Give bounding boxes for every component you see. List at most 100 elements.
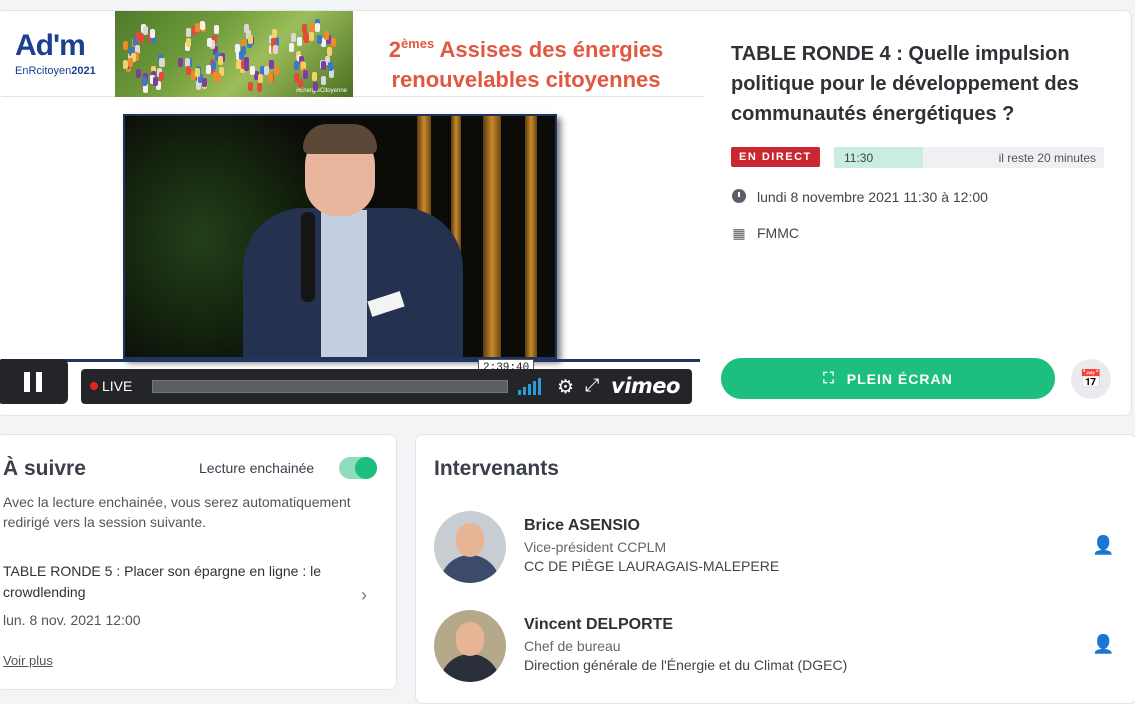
speaker-item[interactable]: Vincent DELPORTE Chef de bureau Directio…	[434, 610, 1124, 682]
logo-subtitle-year: 2021	[71, 65, 96, 77]
avatar	[434, 511, 506, 583]
video-bamboo	[483, 116, 501, 357]
speaker-organization: CC DE PIÈGE LAURAGAIS-MALEPERE	[524, 558, 780, 574]
autoplay-toggle[interactable]	[339, 457, 377, 479]
pause-button[interactable]	[0, 359, 68, 404]
crowd-person	[289, 42, 294, 52]
crowd-person	[249, 65, 255, 75]
autoplay-description: Avec la lecture enchainée, vous serez au…	[3, 494, 351, 530]
pause-icon	[23, 371, 30, 392]
next-session-title: TABLE RONDE 5 : Placer son épargne en li…	[3, 563, 322, 600]
crowd-photo: #EnergieCitoyenne	[115, 11, 353, 97]
crowd-person	[267, 72, 273, 82]
crowd-person	[200, 20, 206, 30]
live-dot-icon	[90, 382, 98, 390]
logo-wordmark: Ad'm	[15, 29, 86, 62]
playback-progress-line	[1, 359, 700, 362]
crowd-person	[241, 46, 247, 56]
crowd-person	[293, 73, 299, 83]
speaker-name: Brice ASENSIO	[524, 517, 640, 534]
event-banner: Ad'm EnRcitoyen2021 #EnergieCitoyenne 2è…	[1, 11, 704, 97]
fullscreen-button[interactable]: ⛶ PLEIN ÉCRAN	[721, 358, 1055, 399]
crowd-person	[247, 81, 253, 91]
vimeo-logo[interactable]: vimeo	[611, 374, 680, 398]
crowd-person	[327, 46, 333, 56]
crowd-person	[158, 72, 164, 82]
crowd-person	[150, 28, 156, 38]
gear-icon[interactable]: ⚙	[557, 376, 574, 399]
session-title: TABLE RONDE 4 : Quelle impulsion politiq…	[731, 43, 1079, 125]
crowd-person	[177, 58, 183, 68]
crowd-person	[206, 37, 212, 47]
photo-hashtag: #EnergieCitoyenne	[295, 88, 347, 94]
crowd-person	[159, 58, 165, 68]
pause-icon	[35, 371, 42, 392]
session-time-bar: 11:30 il reste 20 minutes	[834, 147, 1104, 168]
crowd-person	[273, 65, 279, 75]
crowd-person	[243, 62, 249, 72]
crowd-person	[294, 60, 300, 70]
up-next-heading: À suivre	[3, 457, 86, 480]
session-date-row: lundi 8 novembre 2021 11:30 à 12:00	[731, 189, 988, 205]
signal-bars-icon[interactable]	[518, 377, 546, 395]
next-session-date: lun. 8 nov. 2021 12:00	[3, 612, 141, 628]
add-to-calendar-button[interactable]: 📅	[1071, 359, 1111, 399]
video-bamboo	[525, 116, 537, 357]
avatar	[434, 610, 506, 682]
add-contact-icon[interactable]: 👤	[1092, 634, 1114, 656]
expand-icon[interactable]: ⤢	[585, 375, 599, 396]
see-more-link[interactable]: Voir plus	[3, 653, 53, 668]
crowd-person	[211, 61, 217, 71]
signal-bar	[533, 381, 536, 395]
autoplay-toggle-label: Lecture enchainée	[199, 460, 315, 476]
fullscreen-icon: ⛶	[823, 370, 835, 387]
session-player-card: Ad'm EnRcitoyen2021 #EnergieCitoyenne 2è…	[0, 10, 1132, 416]
fullscreen-label: PLEIN ÉCRAN	[846, 370, 953, 387]
crowd-person	[316, 35, 322, 45]
crowd-person	[152, 76, 158, 86]
session-date: lundi 8 novembre 2021 11:30 à 12:00	[757, 189, 988, 205]
toggle-knob	[355, 457, 377, 479]
crowd-person	[302, 23, 308, 33]
video-frame[interactable]	[123, 114, 557, 359]
live-badge: EN DIRECT	[731, 147, 820, 167]
live-indicator[interactable]: LIVE	[90, 378, 132, 394]
speakers-heading: Intervenants	[434, 457, 559, 480]
logo-subtitle-prefix: EnRcitoyen	[15, 65, 72, 77]
signal-bar	[523, 387, 526, 395]
scrub-bar[interactable]	[152, 380, 508, 393]
crowd-person	[311, 72, 317, 82]
clock-icon	[731, 189, 747, 205]
crowd-person	[309, 32, 315, 42]
crowd-person	[142, 77, 148, 87]
avatar-face	[456, 523, 484, 557]
crowd-person	[185, 38, 191, 48]
up-next-card: À suivre Lecture enchainée Avec la lectu…	[0, 434, 397, 690]
crowd-person	[290, 33, 296, 43]
player-control-bar: LIVE ⚙ ⤢ vimeo	[81, 369, 692, 404]
banner-title-line2: renouvelables citoyennes	[391, 67, 661, 92]
crowd-person	[330, 38, 336, 48]
crowd-person	[186, 27, 192, 37]
crowd-person	[128, 58, 134, 68]
crowd-person	[205, 64, 211, 74]
speaker-name: Vincent DELPORTE	[524, 616, 674, 633]
crowd-person	[143, 26, 149, 36]
crowd-person	[312, 81, 318, 91]
video-player[interactable]: Ad'm EnRcitoyen2021 #EnergieCitoyenne 2è…	[0, 11, 704, 415]
next-session-item[interactable]: TABLE RONDE 5 : Placer son épargne en li…	[3, 561, 383, 641]
add-contact-icon[interactable]: 👤	[1092, 535, 1114, 557]
crowd-person	[272, 44, 278, 54]
crowd-person	[321, 75, 327, 85]
speaker-item[interactable]: Brice ASENSIO Vice-président CCPLM CC DE…	[434, 511, 1124, 583]
avatar-torso	[440, 555, 500, 583]
session-room: FMMC	[757, 225, 799, 241]
calendar-add-icon: 📅	[1079, 368, 1103, 389]
session-info-panel: TABLE RONDE 4 : Quelle impulsion politiq…	[704, 11, 1131, 415]
banner-title-sup: èmes	[400, 36, 435, 51]
crowd-person	[298, 79, 304, 89]
crowd-person	[324, 31, 330, 41]
signal-bar	[528, 384, 531, 395]
crowd-person	[258, 73, 264, 83]
crowd-person	[217, 55, 223, 65]
